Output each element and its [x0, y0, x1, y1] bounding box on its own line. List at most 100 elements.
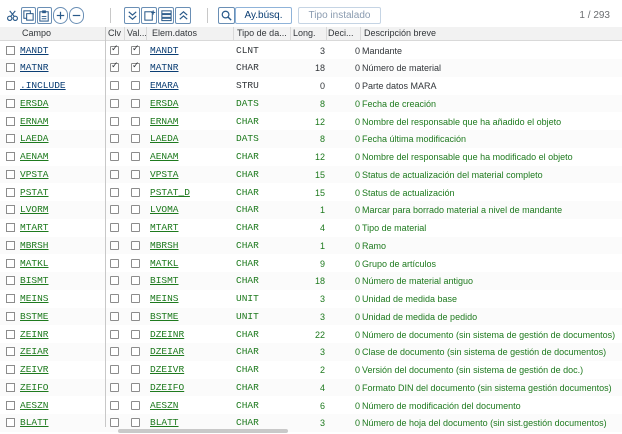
table-row[interactable]: LAEDA LAEDA DATS 8 0 Fecha última modificació… — [0, 130, 622, 148]
cell-campo[interactable]: MANDT — [20, 45, 49, 57]
cell-campo[interactable]: LVORM — [20, 204, 49, 216]
row-selector[interactable] — [6, 329, 15, 339]
table-row[interactable]: AENAM AENAM CHAR 12 0 Nombre del responsable … — [0, 148, 622, 166]
col-header-desc[interactable]: Descripción breve — [364, 28, 436, 38]
cell-campo[interactable]: ZEINR — [20, 329, 49, 341]
cell-elem[interactable]: LVOMA — [150, 204, 179, 216]
key-checkbox[interactable] — [110, 258, 119, 268]
cell-elem[interactable]: BISMT — [150, 275, 179, 287]
cell-campo[interactable]: .INCLUDE — [20, 80, 66, 92]
cell-campo[interactable]: MATKL — [20, 258, 49, 270]
table-row[interactable]: LVORM LVOMA CHAR 1 0 Marcar para borrado mate… — [0, 201, 622, 219]
table-row[interactable]: ERSDA ERSDA DATS 8 0 Fecha de creación — [0, 94, 622, 113]
cell-campo[interactable]: MBRSH — [20, 240, 49, 252]
row-selector[interactable] — [6, 152, 15, 161]
row-selector[interactable] — [6, 81, 15, 90]
table-row[interactable]: MANDT MANDT CLNT 3 0Mandante — [0, 41, 622, 60]
horizontal-scrollbar[interactable] — [118, 429, 288, 433]
key-checkbox[interactable] — [110, 61, 119, 73]
cell-elem[interactable]: LAEDA — [150, 133, 179, 145]
key-checkbox[interactable] — [110, 98, 119, 108]
initial-value-checkbox[interactable] — [131, 223, 140, 232]
key-checkbox[interactable] — [110, 276, 119, 286]
key-checkbox[interactable] — [110, 223, 119, 232]
table-row[interactable]: ZEIVR DZEIVR CHAR 2 0 Versión del documento (… — [0, 361, 622, 379]
initial-value-checkbox[interactable] — [131, 365, 140, 374]
search-help-button[interactable]: Ay.búsq. — [235, 7, 292, 24]
initial-value-checkbox[interactable] — [131, 329, 140, 339]
collapse-all-icon[interactable] — [175, 7, 191, 24]
col-header-deci[interactable]: Deci... — [328, 28, 354, 38]
table-row[interactable]: ZEIAR DZEIAR CHAR 3 0 Clase de documento (sin… — [0, 343, 622, 361]
initial-value-checkbox[interactable] — [131, 205, 140, 215]
row-selector[interactable] — [6, 63, 15, 73]
table-row[interactable]: .INCLUDE EMARA STRU 0 0 Parte datos MARA — [0, 77, 622, 95]
cell-elem[interactable]: MATKL — [150, 258, 179, 270]
table-row[interactable]: ZEINR DZEINR CHAR 22 0 Número de documento (s… — [0, 325, 622, 344]
key-checkbox[interactable] — [110, 365, 119, 374]
copy-icon[interactable] — [21, 7, 36, 24]
row-selector[interactable] — [6, 45, 15, 55]
row-selector[interactable] — [6, 311, 15, 321]
key-checkbox[interactable] — [110, 116, 119, 126]
cell-elem[interactable]: VPSTA — [150, 169, 179, 181]
cell-campo[interactable]: ZEIVR — [20, 364, 49, 376]
col-header-tipo[interactable]: Tipo de da... — [237, 28, 287, 38]
initial-value-checkbox[interactable] — [131, 116, 140, 126]
row-selector[interactable] — [6, 258, 15, 268]
initial-value-checkbox[interactable] — [131, 418, 140, 428]
cell-elem[interactable]: MBRSH — [150, 240, 179, 252]
table-row[interactable]: MATNR MATNR CHAR 18 0Número de material — [0, 59, 622, 77]
table-row[interactable]: BISMT BISMT CHAR 18 0 Número de material anti… — [0, 272, 622, 290]
key-checkbox[interactable] — [110, 152, 119, 161]
insert-include-icon[interactable] — [141, 7, 157, 24]
table-row[interactable]: BLATT BLATT CHAR 3 0 Número de hoja del docum… — [0, 414, 622, 432]
key-checkbox[interactable] — [110, 81, 119, 90]
initial-value-checkbox[interactable] — [131, 98, 140, 108]
cell-elem[interactable]: BLATT — [150, 417, 179, 429]
table-row[interactable]: MTART MTART CHAR 4 0 Tipo de material — [0, 219, 622, 237]
cell-campo[interactable]: BSTME — [20, 311, 49, 323]
cell-campo[interactable]: AESZN — [20, 400, 49, 412]
row-selector[interactable] — [6, 240, 15, 250]
row-selector[interactable] — [6, 116, 15, 126]
cell-elem[interactable]: ERSDA — [150, 98, 179, 110]
cell-campo[interactable]: AENAM — [20, 151, 49, 163]
col-header-elem[interactable]: Elem.datos — [152, 28, 197, 38]
cut-icon[interactable] — [5, 7, 20, 24]
row-selector[interactable] — [6, 400, 15, 410]
key-checkbox[interactable] — [110, 329, 119, 339]
cell-elem[interactable]: MEINS — [150, 293, 179, 305]
key-checkbox[interactable] — [110, 347, 119, 357]
cell-elem[interactable]: MATNR — [150, 62, 179, 74]
cell-campo[interactable]: ERSDA — [20, 98, 49, 110]
row-selector[interactable] — [6, 205, 15, 215]
row-selector[interactable] — [6, 169, 15, 179]
cell-campo[interactable]: ZEIAR — [20, 346, 49, 358]
cell-elem[interactable]: AENAM — [150, 151, 179, 163]
cell-elem[interactable]: AESZN — [150, 400, 179, 412]
insert-row-icon[interactable] — [53, 7, 68, 24]
key-checkbox[interactable] — [110, 169, 119, 179]
cell-campo[interactable]: VPSTA — [20, 169, 49, 181]
delete-row-icon[interactable] — [69, 7, 84, 24]
table-row[interactable]: BSTME BSTME UNIT 3 0 Unidad de medida de pedi… — [0, 307, 622, 326]
key-checkbox[interactable] — [110, 134, 119, 144]
initial-value-checkbox[interactable] — [131, 240, 140, 250]
initial-value-checkbox[interactable] — [131, 258, 140, 268]
col-header-campo[interactable]: Campo — [22, 28, 51, 38]
col-header-val[interactable]: Val... — [127, 28, 147, 38]
cell-elem[interactable]: DZEIFO — [150, 382, 184, 394]
cell-elem[interactable]: ERNAM — [150, 116, 179, 128]
search-icon[interactable] — [218, 7, 235, 24]
key-checkbox[interactable] — [110, 205, 119, 215]
cell-elem[interactable]: EMARA — [150, 80, 179, 92]
cell-campo[interactable]: BLATT — [20, 417, 49, 429]
cell-elem[interactable]: BSTME — [150, 311, 179, 323]
key-checkbox[interactable] — [110, 400, 119, 410]
cell-campo[interactable]: LAEDA — [20, 133, 49, 145]
initial-value-checkbox[interactable] — [131, 382, 140, 392]
paste-icon[interactable] — [37, 7, 52, 24]
initial-value-checkbox[interactable] — [131, 400, 140, 410]
cell-elem[interactable]: DZEIVR — [150, 364, 184, 376]
